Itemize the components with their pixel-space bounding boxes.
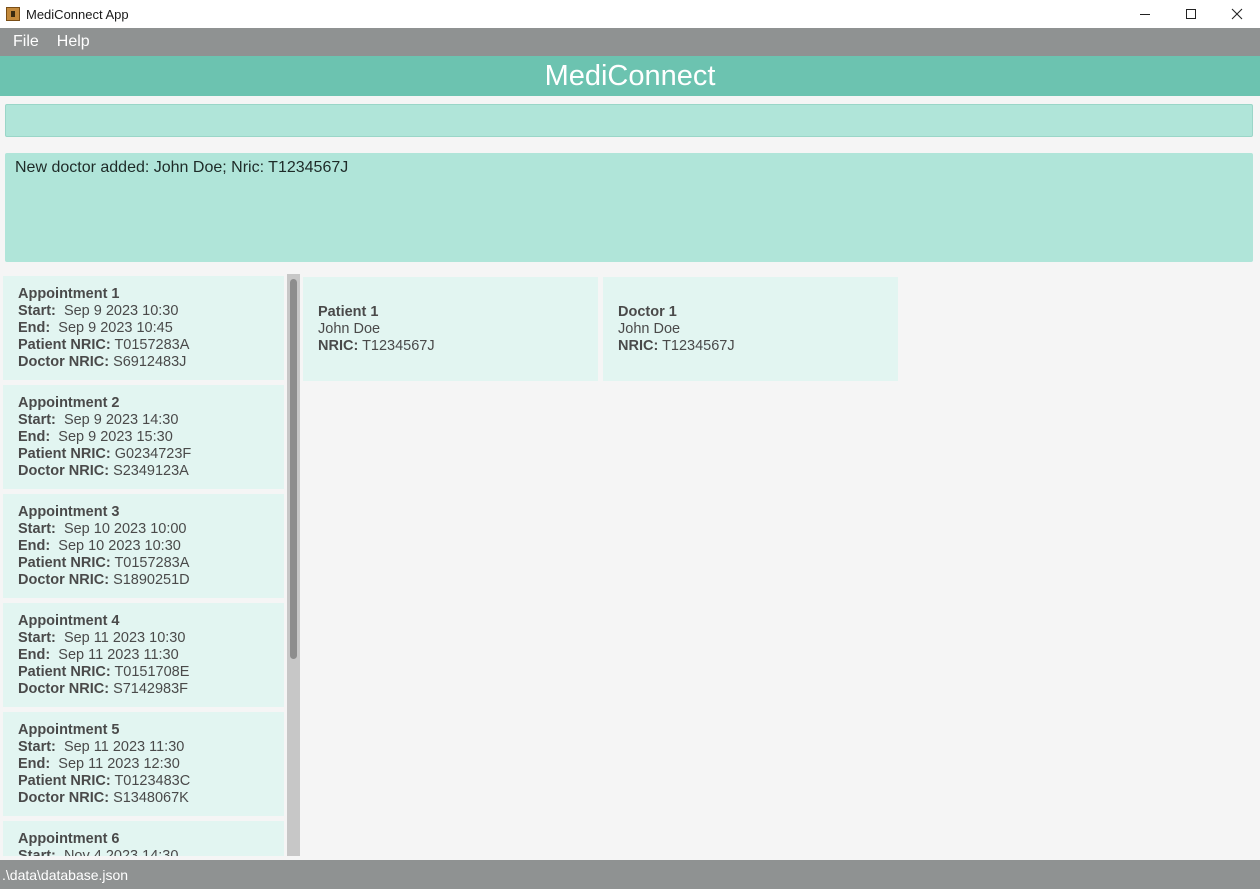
- appointment-start: Sep 9 2023 14:30: [63, 412, 179, 428]
- end-label: End:: [18, 320, 51, 336]
- appointment-start: Sep 10 2023 10:00: [63, 521, 187, 537]
- status-bar: .\data\database.json: [0, 860, 1260, 889]
- appointment-title: Appointment 3: [18, 504, 120, 520]
- appointment-doctor-nric: S2349123A: [113, 463, 189, 479]
- start-label: Start:: [18, 521, 56, 537]
- patient-nric-label: Patient NRIC:: [18, 337, 111, 353]
- appointment-title: Appointment 1: [18, 286, 120, 302]
- window-controls: [1122, 0, 1260, 28]
- maximize-button[interactable]: [1168, 0, 1214, 28]
- scrollbar-thumb[interactable]: [290, 279, 297, 659]
- result-message: New doctor added: John Doe; Nric: T12345…: [15, 159, 349, 176]
- nric-label: NRIC:: [318, 338, 359, 354]
- end-label: End:: [18, 538, 51, 554]
- end-label: End:: [18, 756, 51, 772]
- patient-name: John Doe: [318, 321, 381, 337]
- app-header-title: MediConnect: [544, 59, 716, 92]
- patient-nric: T1234567J: [362, 338, 435, 354]
- appointment-card[interactable]: Appointment 4 Start: Sep 11 2023 10:30 E…: [3, 603, 284, 707]
- minimize-button[interactable]: [1122, 0, 1168, 28]
- appointment-patient-nric: T0123483C: [114, 773, 191, 789]
- patient-title: Patient 1: [318, 304, 379, 320]
- close-icon: [1231, 8, 1243, 20]
- start-label: Start:: [18, 848, 56, 856]
- window-title: MediConnect App: [26, 6, 129, 22]
- appointment-start: Sep 11 2023 11:30: [63, 739, 185, 755]
- appointment-start: Sep 11 2023 10:30: [63, 630, 186, 646]
- appointment-doctor-nric: S6912483J: [113, 354, 187, 370]
- appointment-card[interactable]: Appointment 1 Start: Sep 9 2023 10:30 En…: [3, 276, 284, 380]
- doctor-nric-label: Doctor NRIC:: [18, 463, 110, 479]
- doctor-nric-label: Doctor NRIC:: [18, 681, 110, 697]
- doctor-nric: T1234567J: [662, 338, 735, 354]
- start-label: Start:: [18, 303, 56, 319]
- doctor-nric-label: Doctor NRIC:: [18, 354, 110, 370]
- appointment-card[interactable]: Appointment 2 Start: Sep 9 2023 14:30 En…: [3, 385, 284, 489]
- appointment-card[interactable]: Appointment 6 Start: Nov 4 2023 14:30: [3, 821, 284, 856]
- appointment-title: Appointment 6: [18, 831, 120, 847]
- patient-nric-label: Patient NRIC:: [18, 555, 111, 571]
- appointment-end: Sep 9 2023 10:45: [58, 320, 173, 336]
- patient-nric-label: Patient NRIC:: [18, 446, 111, 462]
- doctor-title: Doctor 1: [618, 304, 677, 320]
- menu-help[interactable]: Help: [48, 28, 99, 56]
- appointment-doctor-nric: S1348067K: [113, 790, 189, 806]
- minimize-icon: [1140, 14, 1150, 15]
- command-input[interactable]: [5, 104, 1253, 137]
- nric-label: NRIC:: [618, 338, 659, 354]
- start-label: Start:: [18, 630, 56, 646]
- result-display[interactable]: New doctor added: John Doe; Nric: T12345…: [5, 153, 1253, 262]
- appointment-end: Sep 11 2023 12:30: [58, 756, 180, 772]
- appointment-patient-nric: T0151708E: [114, 664, 190, 680]
- appointment-card[interactable]: Appointment 3 Start: Sep 10 2023 10:00 E…: [3, 494, 284, 598]
- appointment-start: Nov 4 2023 14:30: [63, 848, 179, 856]
- start-label: Start:: [18, 739, 56, 755]
- doctor-card[interactable]: Doctor 1 John Doe NRIC: T1234567J: [603, 277, 898, 381]
- appointment-end: Sep 11 2023 11:30: [58, 647, 179, 663]
- doctor-nric-label: Doctor NRIC:: [18, 572, 110, 588]
- appointment-doctor-nric: S7142983F: [113, 681, 189, 697]
- start-label: Start:: [18, 412, 56, 428]
- appointment-card[interactable]: Appointment 5 Start: Sep 11 2023 11:30 E…: [3, 712, 284, 816]
- doctor-name: John Doe: [618, 321, 681, 337]
- doctor-nric-label: Doctor NRIC:: [18, 790, 110, 806]
- appointment-patient-nric: G0234723F: [114, 446, 192, 462]
- end-label: End:: [18, 647, 51, 663]
- menu-bar: File Help: [0, 28, 1260, 56]
- appointment-doctor-nric: S1890251D: [113, 572, 190, 588]
- menu-file[interactable]: File: [4, 28, 48, 56]
- appointment-start: Sep 9 2023 10:30: [63, 303, 179, 319]
- appointment-patient-nric: T0157283A: [114, 337, 190, 353]
- patient-card[interactable]: Patient 1 John Doe NRIC: T1234567J: [303, 277, 598, 381]
- end-label: End:: [18, 429, 51, 445]
- app-window: MediConnect App File Help MediConnect Ne…: [0, 0, 1260, 889]
- appointment-list[interactable]: Appointment 1 Start: Sep 9 2023 10:30 En…: [3, 276, 284, 856]
- appointment-title: Appointment 4: [18, 613, 120, 629]
- title-bar: MediConnect App: [0, 0, 1260, 28]
- app-header: MediConnect: [0, 56, 1260, 96]
- appointment-title: Appointment 2: [18, 395, 120, 411]
- patient-nric-label: Patient NRIC:: [18, 664, 111, 680]
- appointment-end: Sep 9 2023 15:30: [58, 429, 173, 445]
- appointment-end: Sep 10 2023 10:30: [58, 538, 181, 554]
- app-icon: [6, 7, 20, 21]
- appointment-title: Appointment 5: [18, 722, 120, 738]
- maximize-icon: [1186, 9, 1196, 19]
- patient-nric-label: Patient NRIC:: [18, 773, 111, 789]
- appointment-patient-nric: T0157283A: [114, 555, 190, 571]
- close-button[interactable]: [1214, 0, 1260, 28]
- appointment-list-scrollbar[interactable]: [287, 274, 300, 856]
- data-file-path: .\data\database.json: [2, 867, 129, 883]
